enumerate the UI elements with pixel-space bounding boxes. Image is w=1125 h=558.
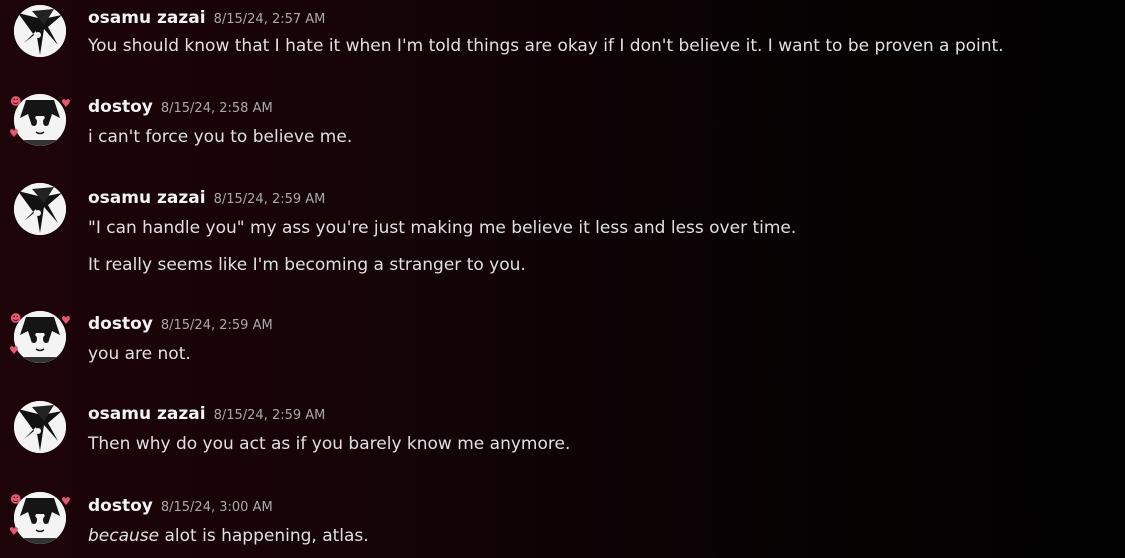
message-text: you are not. bbox=[88, 344, 191, 364]
message-text: It really seems like I'm becoming a stra… bbox=[88, 255, 526, 275]
username[interactable]: dostoy bbox=[88, 97, 153, 117]
dostoy-avatar-icon[interactable] bbox=[14, 492, 66, 544]
timestamp: 8/15/24, 2:57 AM bbox=[213, 12, 326, 27]
timestamp: 8/15/24, 3:00 AM bbox=[160, 500, 273, 515]
timestamp: 8/15/24, 2:59 AM bbox=[213, 408, 326, 423]
dostoy-avatar-icon[interactable] bbox=[14, 94, 66, 146]
heart-icon: ♥ bbox=[61, 495, 71, 508]
message-text: You should know that I hate it when I'm … bbox=[88, 36, 1004, 56]
heart-icon: ♥ bbox=[9, 344, 19, 357]
osamu-avatar-icon[interactable] bbox=[14, 5, 66, 57]
message-text: "I can handle you" my ass you're just ma… bbox=[88, 218, 797, 238]
heart-icon: ♥ bbox=[9, 127, 19, 140]
username[interactable]: dostoy bbox=[88, 314, 153, 334]
username[interactable]: dostoy bbox=[88, 496, 153, 516]
username[interactable]: osamu zazai bbox=[88, 404, 206, 424]
heart-eyes-emoji-icon: ☻ bbox=[10, 95, 22, 108]
timestamp: 8/15/24, 2:58 AM bbox=[160, 101, 273, 116]
osamu-avatar-icon[interactable] bbox=[14, 183, 66, 235]
osamu-avatar-icon[interactable] bbox=[14, 401, 66, 453]
username[interactable]: osamu zazai bbox=[88, 188, 206, 208]
message-text: i can't force you to believe me. bbox=[88, 127, 353, 147]
heart-icon: ♥ bbox=[9, 525, 19, 538]
heart-icon: ♥ bbox=[61, 314, 71, 327]
timestamp: 8/15/24, 2:59 AM bbox=[213, 192, 326, 207]
heart-eyes-emoji-icon: ☻ bbox=[10, 493, 22, 506]
message-text: because alot is happening, atlas. bbox=[88, 526, 369, 546]
message-text: Then why do you act as if you barely kno… bbox=[88, 434, 571, 454]
dostoy-avatar-icon[interactable] bbox=[14, 311, 66, 363]
italic-text: because bbox=[88, 526, 160, 546]
heart-eyes-emoji-icon: ☻ bbox=[10, 312, 22, 325]
message-text-rest: alot is happening, atlas. bbox=[159, 526, 369, 546]
timestamp: 8/15/24, 2:59 AM bbox=[160, 318, 273, 333]
heart-icon: ♥ bbox=[61, 97, 71, 110]
username[interactable]: osamu zazai bbox=[88, 8, 206, 28]
